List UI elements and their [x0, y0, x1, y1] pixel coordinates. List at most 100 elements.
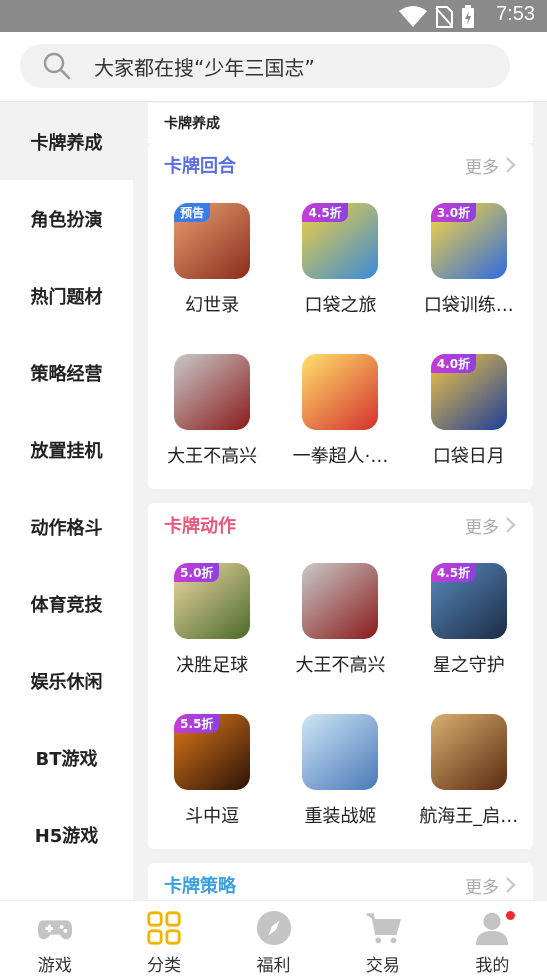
more-label: 更多: [465, 517, 499, 538]
status-bar: 7:53: [0, 0, 547, 32]
section-header: 卡牌策略 更多: [148, 863, 533, 900]
sidebar-item[interactable]: 其它: [0, 873, 133, 900]
sidebar-item[interactable]: 热门题材: [0, 257, 133, 334]
discount-badge: 4.5折: [430, 563, 477, 582]
category-content: 卡牌养成 卡牌回合 更多 预告 幻世录 4.5折 口袋之旅 3.0折 口袋训练… 大王不高兴 一拳…: [148, 103, 533, 900]
search-icon: [43, 52, 71, 80]
battery-charging-icon: [462, 5, 474, 28]
wifi-icon: [399, 6, 427, 27]
fantasy-warrior-icon[interactable]: 预告: [174, 203, 251, 279]
compass-icon: [256, 910, 291, 946]
more-label: 更多: [465, 157, 499, 178]
tab-compass[interactable]: 福利: [219, 901, 328, 976]
game-grid: 5.0折 决胜足球 大王不高兴 4.5折 星之守护 5.5折 斗中逗 重装战姬 航海王_启…: [148, 547, 533, 849]
game-section-card: 卡牌动作 更多 5.0折 决胜足球 大王不高兴 4.5折 星之守护 5.5折 斗中逗 重装战姬 航海…: [148, 503, 533, 849]
discount-badge: 5.5折: [174, 714, 220, 733]
section-header: 卡牌回合 更多: [148, 143, 533, 187]
sidebar-item[interactable]: H5游戏: [0, 796, 133, 873]
shadow-fighter-icon[interactable]: 5.5折: [174, 714, 251, 790]
game-section-card: 卡牌回合 更多 预告 幻世录 4.5折 口袋之旅 3.0折 口袋训练… 大王不高兴 一拳超人·… 4…: [148, 143, 533, 489]
game-item[interactable]: 大王不高兴: [276, 547, 404, 698]
game-item[interactable]: 4.5折口袋之旅: [276, 187, 404, 338]
game-name: 口袋日月: [432, 446, 505, 467]
gamepad-icon: [37, 920, 72, 940]
tab-cart[interactable]: 交易: [328, 901, 437, 976]
pikachu-card-icon[interactable]: 4.5折: [302, 203, 379, 279]
game-item[interactable]: 重装战姬: [276, 698, 404, 849]
tab-label: 我的: [475, 956, 510, 976]
pikachu-moon-icon[interactable]: 4.0折: [430, 354, 507, 430]
no-sim-icon: [435, 6, 453, 28]
more-link[interactable]: 更多: [465, 873, 517, 898]
sidebar-item[interactable]: 体育竞技: [0, 565, 133, 642]
game-item[interactable]: 4.0折口袋日月: [405, 338, 533, 489]
hooded-girl-icon[interactable]: 4.5折: [430, 563, 507, 639]
game-name: 一拳超人·…: [292, 446, 389, 467]
status-icons: [399, 5, 475, 29]
category-grid-icon: [147, 911, 181, 945]
demon-girl-icon[interactable]: [174, 354, 251, 430]
sidebar-item[interactable]: 动作格斗: [0, 488, 133, 565]
sidebar-item[interactable]: 放置挂机: [0, 411, 133, 488]
tab-label: 游戏: [37, 956, 72, 976]
discount-badge: 4.5折: [302, 203, 348, 222]
top-header: 大家都在搜“少年三国志”: [0, 32, 547, 102]
game-name: 重装战姬: [304, 806, 377, 827]
category-sidebar: 卡牌养成 角色扮演 热门题材 策略经营 放置挂机 动作格斗 体育竞技 娱乐休闲 BT游戏 H5游戏…: [0, 103, 133, 900]
game-name: 大王不高兴: [167, 446, 258, 467]
sidebar-item[interactable]: 卡牌养成: [0, 103, 133, 180]
chevron-right-icon: [506, 877, 516, 893]
game-item[interactable]: 航海王_启…: [405, 698, 533, 849]
game-item[interactable]: 预告幻世录: [148, 187, 276, 338]
game-item[interactable]: 4.5折星之守护: [405, 547, 533, 698]
game-section-card: 卡牌策略 更多: [148, 863, 533, 900]
search-placeholder: 大家都在搜“少年三国志”: [94, 55, 315, 80]
game-grid: 预告 幻世录 4.5折 口袋之旅 3.0折 口袋训练… 大王不高兴 一拳超人·… 4.0折 口袋日…: [148, 187, 533, 489]
sidebar-item[interactable]: 策略经营: [0, 334, 133, 411]
game-name: 星之守护: [432, 655, 505, 676]
sidebar-item[interactable]: 娱乐休闲: [0, 642, 133, 719]
game-name: 大王不高兴: [295, 655, 386, 676]
game-item[interactable]: 5.5折 斗中逗: [148, 698, 276, 849]
game-name: 航海王_启…: [419, 806, 519, 827]
tab-gamepad[interactable]: 游戏: [0, 901, 109, 976]
discount-badge: 3.0折: [430, 203, 477, 222]
game-name: 口袋训练…: [423, 295, 514, 316]
section-title: 卡牌回合: [164, 156, 236, 177]
luffy-icon[interactable]: [430, 714, 507, 790]
game-item[interactable]: 3.0折口袋训练…: [405, 187, 533, 338]
preview-badge: 预告: [174, 203, 211, 222]
bottom-nav: 游戏 分类 福利 交易 我的: [0, 900, 547, 976]
game-item[interactable]: 5.0折决胜足球: [148, 547, 276, 698]
sidebar-item[interactable]: 角色扮演: [0, 180, 133, 257]
mecha-girl-icon[interactable]: [302, 714, 379, 790]
search-bar[interactable]: 大家都在搜“少年三国志”: [20, 44, 510, 88]
tab-user[interactable]: 我的: [438, 901, 547, 976]
game-name: 口袋之旅: [304, 295, 377, 316]
section-title: 卡牌策略: [164, 876, 236, 897]
more-link[interactable]: 更多: [465, 153, 517, 178]
notification-dot: [505, 911, 515, 920]
cart-icon: [366, 913, 401, 944]
sidebar-item[interactable]: BT游戏: [0, 719, 133, 796]
soccer-ball-icon[interactable]: 5.0折: [174, 563, 251, 639]
discount-badge: 4.0折: [430, 354, 477, 373]
more-link[interactable]: 更多: [465, 513, 517, 538]
saitama-icon[interactable]: [302, 354, 379, 430]
section-header: 卡牌动作 更多: [148, 503, 533, 547]
tab-label: 分类: [147, 956, 182, 976]
demon-girl-icon[interactable]: [302, 563, 379, 639]
tab-label: 交易: [365, 956, 400, 976]
more-label: 更多: [465, 877, 499, 898]
discount-badge: 5.0折: [174, 563, 220, 582]
tab-label: 福利: [256, 956, 291, 976]
chevron-right-icon: [506, 157, 516, 173]
chevron-right-icon: [506, 517, 516, 533]
pikachu-arena-icon[interactable]: 3.0折: [430, 203, 507, 279]
game-name: 决胜足球: [176, 655, 249, 676]
section-title: 卡牌动作: [164, 516, 236, 537]
tab-category-grid[interactable]: 分类: [109, 901, 218, 976]
game-item[interactable]: 一拳超人·…: [276, 338, 404, 489]
game-name: 幻世录: [185, 295, 240, 316]
game-item[interactable]: 大王不高兴: [148, 338, 276, 489]
